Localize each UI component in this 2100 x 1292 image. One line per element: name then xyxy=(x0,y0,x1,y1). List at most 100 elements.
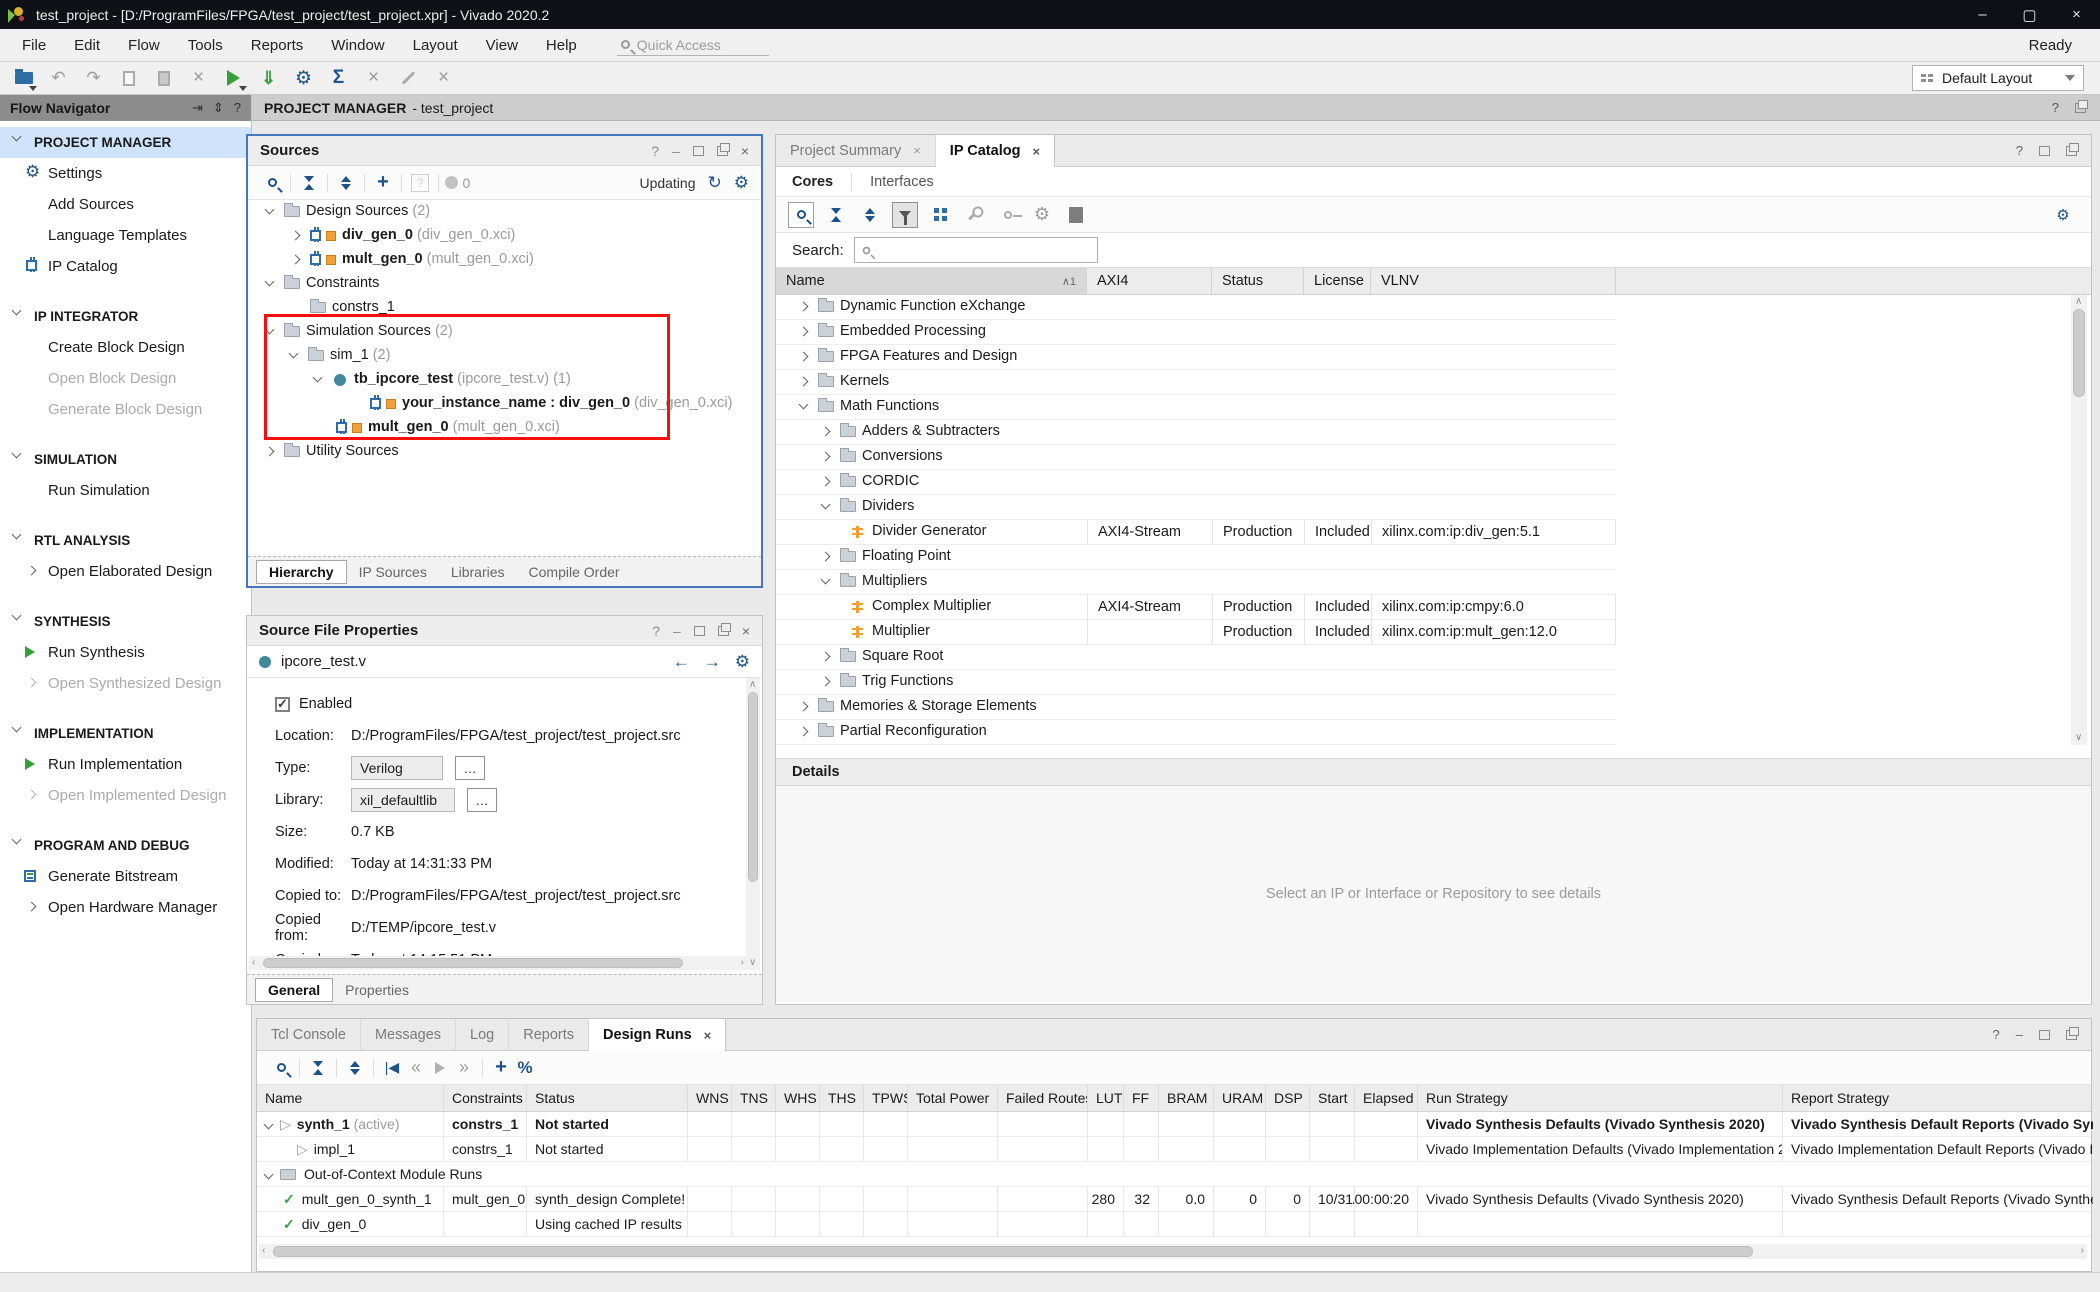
horizontal-scrollbar[interactable]: ‹ › xyxy=(249,956,747,970)
tree-item-your-instance-name[interactable]: your_instance_name : div_gen_0 (div_gen_… xyxy=(248,392,761,416)
copy-icon[interactable] xyxy=(111,62,146,94)
chevron-right-icon[interactable] xyxy=(821,677,831,687)
maximize-icon[interactable] xyxy=(2039,1030,2050,1040)
help-icon[interactable]: ? xyxy=(234,100,241,116)
catalog-cat-kernels[interactable]: Kernels xyxy=(776,370,1616,395)
group-hierarchy-icon[interactable] xyxy=(928,202,952,228)
chevron-down-icon[interactable] xyxy=(289,349,299,359)
tree-item-utility-sources[interactable]: Utility Sources xyxy=(248,440,761,464)
maximize-icon[interactable] xyxy=(2039,146,2050,156)
tab-design-runs[interactable]: Design Runs × xyxy=(589,1019,726,1051)
horizontal-scrollbar[interactable]: ‹ › xyxy=(259,1244,2087,1259)
float-icon[interactable] xyxy=(717,146,728,156)
col-elapsed[interactable]: Elapsed xyxy=(1354,1085,1417,1111)
chevron-right-icon[interactable] xyxy=(821,652,831,662)
chevron-down-icon[interactable] xyxy=(799,400,809,410)
menu-help[interactable]: Help xyxy=(532,29,591,61)
chevron-right-icon[interactable] xyxy=(821,552,831,562)
catalog-cat-conversions[interactable]: Conversions xyxy=(776,445,1616,470)
run-row-impl-1[interactable]: ▷ impl_1 constrs_1 Not started Vivado Im… xyxy=(257,1137,2091,1162)
flownav-item-open-hardware-manager[interactable]: Open Hardware Manager xyxy=(0,892,251,923)
catalog-cat-adders-subtracters[interactable]: Adders & Subtracters xyxy=(776,420,1616,445)
col-run-strategy[interactable]: Run Strategy xyxy=(1417,1085,1782,1111)
flownav-item-run-implementation[interactable]: Run Implementation xyxy=(0,749,251,780)
tree-item-design-sources[interactable]: Design Sources (2) xyxy=(248,200,761,224)
edit-icon[interactable] xyxy=(391,62,426,94)
flownav-section-synthesis[interactable]: SYNTHESIS xyxy=(0,606,251,637)
expand-all-icon[interactable] xyxy=(343,1055,367,1081)
catalog-ip-multiplier[interactable]: Multiplier Production Included xilinx.co… xyxy=(776,620,1616,645)
menu-view[interactable]: View xyxy=(472,29,532,61)
tab-messages[interactable]: Messages xyxy=(361,1019,456,1050)
chevron-right-icon[interactable] xyxy=(821,452,831,462)
col-constraints[interactable]: Constraints xyxy=(443,1085,526,1111)
filter-icon[interactable] xyxy=(892,202,918,228)
tab-project-summary[interactable]: Project Summary × xyxy=(776,135,936,166)
forward-arrow-icon[interactable]: → xyxy=(704,652,721,672)
flownav-item-add-sources[interactable]: Add Sources xyxy=(0,189,251,220)
view-interfaces[interactable]: Interfaces xyxy=(870,174,934,190)
flownav-section-project-manager[interactable]: PROJECT MANAGER xyxy=(0,127,251,158)
chevron-right-icon[interactable] xyxy=(821,427,831,437)
enabled-checkbox[interactable]: ✓ xyxy=(275,697,290,712)
catalog-cat-dividers[interactable]: Dividers xyxy=(776,495,1616,520)
step-forward-icon[interactable]: » xyxy=(452,1055,476,1081)
tab-properties[interactable]: Properties xyxy=(333,979,421,1001)
menu-file[interactable]: File xyxy=(8,29,60,61)
run-row-div-gen-0[interactable]: ✓ div_gen_0 Using cached IP results xyxy=(257,1212,2091,1237)
flownav-item-settings[interactable]: ⚙ Settings xyxy=(0,158,251,189)
col-lut[interactable]: LUT xyxy=(1087,1085,1123,1111)
expand-all-icon[interactable] xyxy=(334,170,358,196)
run-row-synth-1[interactable]: ▷ synth_1 (active) constrs_1 Not started… xyxy=(257,1112,2091,1137)
help-icon[interactable]: ? xyxy=(1993,1027,2000,1042)
help-icon[interactable]: ? xyxy=(652,623,660,639)
search-icon[interactable] xyxy=(269,1055,293,1081)
minimize-button[interactable]: – xyxy=(1959,0,2006,29)
catalog-cat-embedded-processing[interactable]: Embedded Processing xyxy=(776,320,1616,345)
col-bram[interactable]: BRAM xyxy=(1158,1085,1213,1111)
type-ellipsis-button[interactable]: … xyxy=(455,756,485,780)
tree-item-sim-1[interactable]: sim_1 (2) xyxy=(248,344,761,368)
run-row-mult-gen-0-synth-1[interactable]: ✓ mult_gen_0_synth_1 mult_gen_0 synth_de… xyxy=(257,1187,2091,1212)
close-icon[interactable]: × xyxy=(913,143,921,158)
col-ff[interactable]: FF xyxy=(1123,1085,1158,1111)
catalog-cat-dynamic-function-exchange[interactable]: Dynamic Function eXchange xyxy=(776,295,1616,320)
flownav-section-rtl-analysis[interactable]: RTL ANALYSIS xyxy=(0,525,251,556)
messages-badge[interactable]: 0 xyxy=(445,170,470,196)
collapse-all-icon[interactable] xyxy=(306,1055,330,1081)
dock-icon[interactable]: ⇥ xyxy=(192,100,203,116)
chevron-right-icon[interactable] xyxy=(799,327,809,337)
menu-flow[interactable]: Flow xyxy=(114,29,174,61)
close-icon[interactable]: × xyxy=(1032,144,1040,159)
help-icon[interactable]: ? xyxy=(651,143,659,159)
tab-reports[interactable]: Reports xyxy=(509,1019,589,1050)
column-license[interactable]: License xyxy=(1304,268,1371,294)
catalog-cat-partial-reconfiguration[interactable]: Partial Reconfiguration xyxy=(776,720,1616,745)
catalog-ip-complex-multiplier[interactable]: Complex Multiplier AXI4-Stream Productio… xyxy=(776,595,1616,620)
chevron-down-icon[interactable] xyxy=(821,575,831,585)
catalog-cat-floating-point[interactable]: Floating Point xyxy=(776,545,1616,570)
maximize-button[interactable]: ▢ xyxy=(2006,0,2053,29)
tree-item-tb-ipcore-test[interactable]: tb_ipcore_test (ipcore_test.v) (1) xyxy=(248,368,761,392)
catalog-cat-math-functions[interactable]: Math Functions xyxy=(776,395,1616,420)
library-input[interactable]: xil_defaultlib xyxy=(351,788,455,812)
catalog-cat-fpga-features[interactable]: FPGA Features and Design xyxy=(776,345,1616,370)
minimize-icon[interactable]: – xyxy=(2016,1027,2023,1042)
col-uram[interactable]: URAM xyxy=(1213,1085,1265,1111)
float-icon[interactable] xyxy=(2066,146,2077,156)
settings-gear-icon[interactable]: ⚙ xyxy=(286,62,321,94)
flownav-item-run-simulation[interactable]: Run Simulation xyxy=(0,475,251,506)
menu-reports[interactable]: Reports xyxy=(237,29,318,61)
percent-icon[interactable]: % xyxy=(513,1055,537,1081)
flownav-item-create-block-design[interactable]: Create Block Design xyxy=(0,332,251,363)
col-report-strategy[interactable]: Report Strategy xyxy=(1782,1085,2093,1111)
float-icon[interactable] xyxy=(2075,103,2086,113)
paste-icon[interactable] xyxy=(146,62,181,94)
flownav-section-ip-integrator[interactable]: IP INTEGRATOR xyxy=(0,301,251,332)
help-icon[interactable]: ? xyxy=(2016,143,2023,158)
col-failed-routes[interactable]: Failed Routes xyxy=(997,1085,1087,1111)
chevron-down-icon[interactable] xyxy=(265,325,275,335)
catalog-cat-trig-functions[interactable]: Trig Functions xyxy=(776,670,1616,695)
catalog-cat-memories-storage[interactable]: Memories & Storage Elements xyxy=(776,695,1616,720)
vertical-scrollbar[interactable]: ∧ ∨ xyxy=(2071,295,2087,745)
